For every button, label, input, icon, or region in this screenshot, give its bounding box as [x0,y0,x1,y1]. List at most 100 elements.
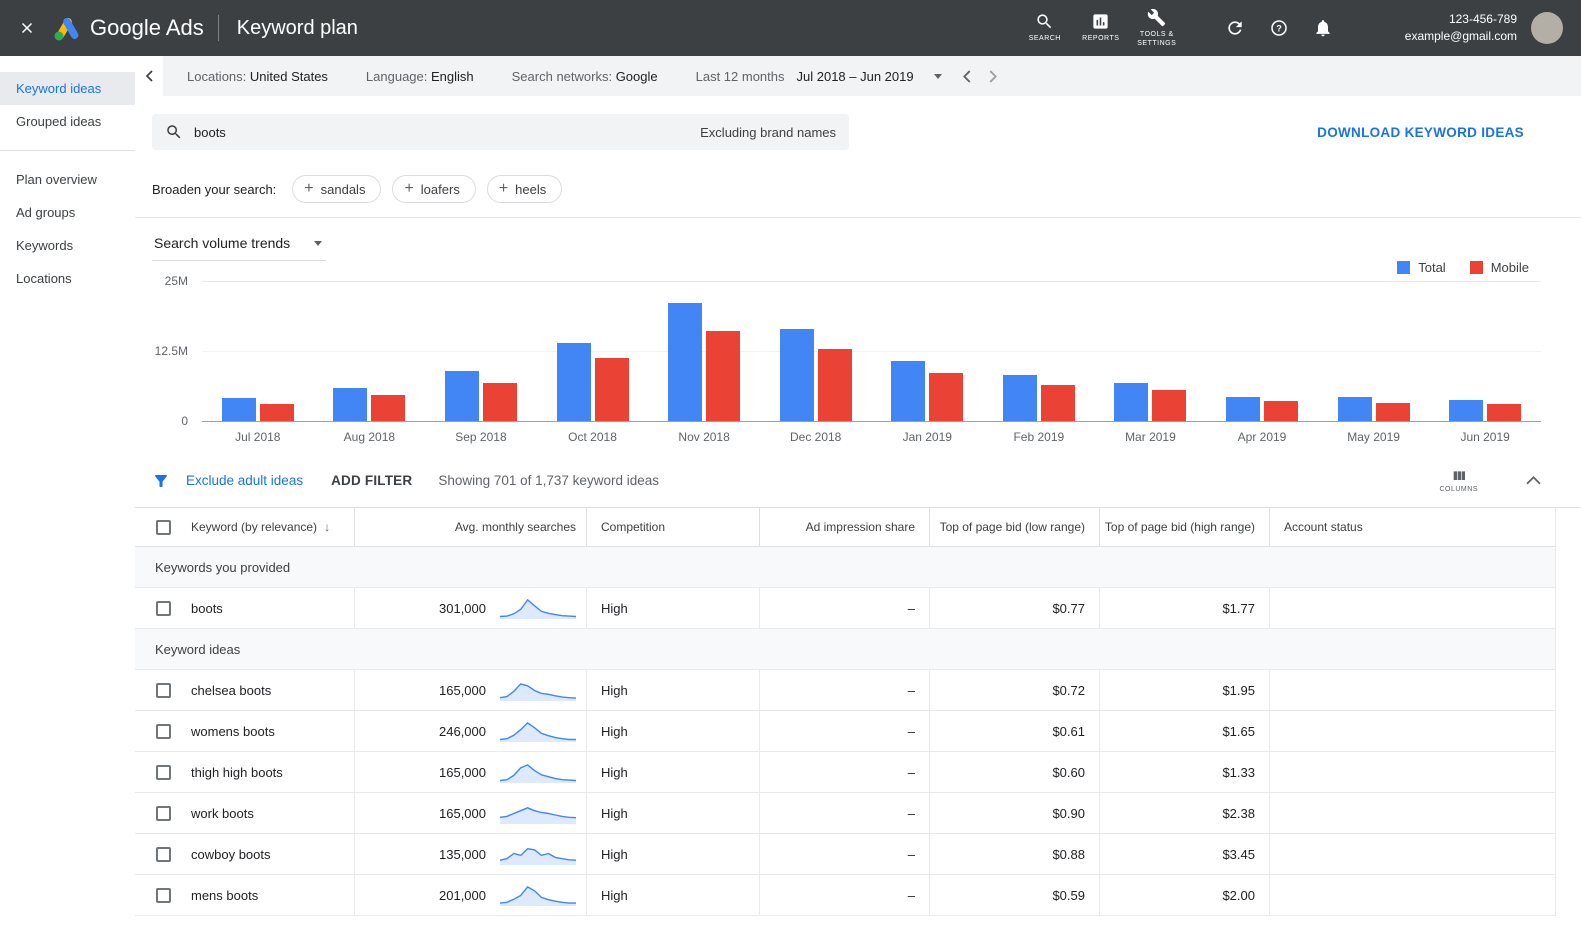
column-header-top-of-page-bid-low-range[interactable]: Top of page bid (low range) [929,508,1099,546]
help-icon[interactable]: ? [1257,18,1301,38]
broaden-chip-heels[interactable]: + heels [486,175,563,203]
row-checkbox-boots[interactable] [156,600,171,616]
bid-high-cell: $1.77 [1099,588,1269,628]
column-header-avg-monthly-searches[interactable]: Avg. monthly searches [354,508,586,546]
column-header-ad-impression-share[interactable]: Ad impression share [759,508,929,546]
avg-monthly-searches-cell: 246,000 [354,711,586,751]
sidebar-item-keywords[interactable]: Keywords [0,229,135,262]
account-status-cell [1269,875,1555,915]
columns-button[interactable]: COLUMNS [1439,468,1478,493]
x-axis-label: Oct 2018 [568,430,617,444]
main-panel: Locations: United States Language: Englis… [135,56,1581,930]
account-email: example@gmail.com [1404,29,1517,43]
table-body: Keywords you provided boots 301,000 High – $0… [135,547,1555,916]
sidebar-item-ad-groups[interactable]: Ad groups [0,196,135,229]
svg-text:?: ? [1276,23,1282,33]
legend-label: Total [1418,260,1446,275]
avg-monthly-searches-cell: 165,000 [354,793,586,833]
setting-search-networks[interactable]: Search networks: Google [512,69,658,84]
top-bar: Google Ads Keyword plan SEARCH REPORTS T… [0,0,1581,56]
row-checkbox-cell [135,711,183,751]
next-period-icon[interactable] [989,69,998,83]
setting-locations[interactable]: Locations: United States [187,69,328,84]
settings-items: Locations: United States Language: Englis… [187,69,696,84]
excluding-brand-names-note: Excluding brand names [700,124,836,140]
table-row-chelsea-boots: chelsea boots 165,000 High – $0.72 $1.95 [135,670,1555,711]
chart-group-apr-2019: Apr 2019 [1206,281,1318,444]
close-icon[interactable] [0,19,54,37]
keyword-cell: thigh high boots [191,764,283,780]
keyword-cell: womens boots [191,723,275,739]
bar-total-aug-2018 [333,388,368,421]
column-header-top-of-page-bid-high-range[interactable]: Top of page bid (high range) [1099,508,1269,546]
row-checkbox-mens-boots[interactable] [156,887,171,903]
column-header-competition[interactable]: Competition [586,508,759,546]
broaden-chip-sandals[interactable]: + sandals [292,175,382,203]
download-keyword-ideas-link[interactable]: DOWNLOAD KEYWORD IDEAS [1317,125,1524,140]
date-range-selector[interactable]: Last 12 months Jul 2018 – Jun 2019 [696,69,942,84]
chip-label: sandals [320,181,366,197]
x-axis-label: Mar 2019 [1125,430,1176,444]
avatar[interactable] [1531,12,1563,44]
reports-nav-label: REPORTS [1082,35,1120,43]
sidebar-divider [0,150,135,151]
row-checkbox-thigh-high-boots[interactable] [156,764,171,780]
y-tick-0: 0 [181,414,188,428]
bar-mobile-feb-2019 [1040,385,1075,421]
keyword-search-input[interactable]: boots Excluding brand names [152,114,849,150]
collapse-table-chevron-up-icon[interactable] [1526,476,1541,485]
sidebar-item-keyword-ideas[interactable]: Keyword ideas [0,72,135,105]
setting-value: English [431,68,474,84]
setting-language[interactable]: Language: English [366,69,474,84]
keyword-cell: work boots [191,805,254,821]
refresh-icon[interactable] [1213,18,1257,38]
broaden-chip-loafers[interactable]: + loafers [392,175,476,203]
setting-label: Search networks: [511,68,616,84]
tools-settings-button[interactable]: TOOLS & SETTINGS [1129,8,1185,49]
row-checkbox-cell [135,588,183,628]
competition-cell: High [586,793,759,833]
sidebar-item-plan-overview[interactable]: Plan overview [0,163,135,196]
page-title: Keyword plan [236,16,358,39]
sidebar-item-locations[interactable]: Locations [0,262,135,295]
bar-total-sep-2018 [444,371,479,421]
trend-sparkline [499,683,577,701]
column-header-account-status[interactable]: Account status [1269,508,1555,546]
competition-cell: High [586,711,759,751]
exclude-adult-ideas-link[interactable]: Exclude adult ideas [186,473,303,488]
trend-sparkline [499,848,577,865]
table-row-mens-boots: mens boots 201,000 High – $0.59 $2.00 [135,875,1555,916]
avg-searches-value: 246,000 [439,723,486,739]
column-header-keyword-by-relevance[interactable]: Keyword (by relevance) ↓ [183,508,354,546]
row-checkbox-cowboy-boots[interactable] [156,846,171,862]
x-axis-label: Aug 2018 [343,430,396,444]
bar-mobile-jun-2019 [1487,404,1522,421]
collapse-panel-button[interactable] [135,56,163,96]
bar-mobile-apr-2019 [1263,401,1298,421]
row-checkbox-womens-boots[interactable] [156,723,171,739]
select-all-checkbox[interactable] [156,519,171,535]
notifications-bell-icon[interactable] [1301,18,1345,38]
search-nav-button[interactable]: SEARCH [1017,12,1073,43]
reports-nav-button[interactable]: REPORTS [1073,12,1129,43]
chart-legend: Total Mobile [1397,260,1529,275]
row-checkbox-chelsea-boots[interactable] [156,682,171,698]
topbar-actions: SEARCH REPORTS TOOLS & SETTINGS ? 123-45… [1017,8,1581,49]
add-filter-button[interactable]: ADD FILTER [331,473,412,488]
avg-searches-value: 165,000 [439,764,486,780]
ad-impression-share-cell: – [759,834,929,874]
avg-searches-value: 135,000 [439,846,486,862]
account-info[interactable]: 123-456-789 example@gmail.com [1405,11,1517,46]
wrench-icon [1148,8,1166,26]
row-checkbox-cell [135,875,183,915]
prev-period-icon[interactable] [962,69,971,83]
ad-impression-share-cell: – [759,752,929,792]
avg-monthly-searches-cell: 135,000 [354,834,586,874]
bid-low-cell: $0.90 [929,793,1099,833]
broaden-search-label: Broaden your search: [152,181,277,197]
account-status-cell [1269,588,1555,628]
sidebar-item-grouped-ideas[interactable]: Grouped ideas [0,105,135,138]
chart-group-mar-2019: Mar 2019 [1095,281,1207,444]
row-checkbox-work-boots[interactable] [156,805,171,821]
search-volume-trends-dropdown[interactable]: Search volume trends [152,231,327,261]
